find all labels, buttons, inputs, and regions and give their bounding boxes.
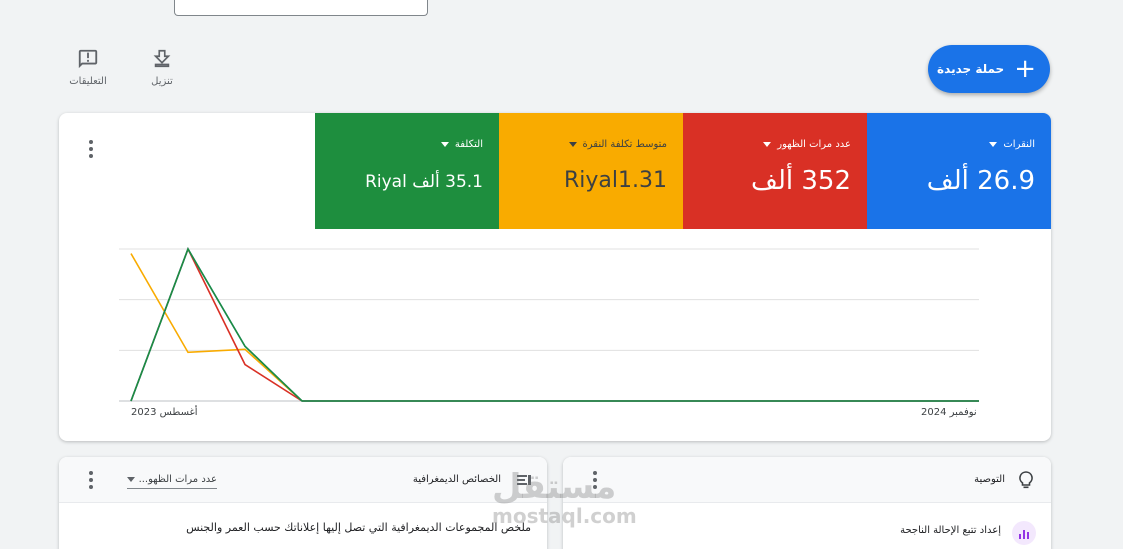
plus-icon: + [1014, 54, 1036, 84]
search-field[interactable] [174, 0, 428, 16]
metric-clicks[interactable]: النقرات 26.9 ألف [867, 113, 1051, 229]
feedback-button[interactable]: التعليقات [58, 48, 118, 87]
demographics-title: الخصائص الديمغرافية [412, 474, 501, 485]
recommendations-title: التوصية [974, 474, 1005, 485]
demographics-card: عدد مرات الظهو... الخصائص الديمغرافية مل… [59, 457, 547, 549]
performance-chart: أغسطس 2023 نوفمبر 2024 [59, 229, 1051, 441]
caret-down-icon[interactable] [440, 142, 449, 147]
new-campaign-label: حملة جديدة [937, 62, 1005, 76]
metric-clicks-label: النقرات [1003, 139, 1035, 150]
metric-cost-label: التكلفة [454, 139, 483, 150]
watermark: مستقل mostaql.com [492, 470, 637, 526]
caret-down-icon[interactable] [989, 142, 998, 147]
download-label: تنزيل [151, 76, 173, 87]
feedback-label: التعليقات [69, 76, 107, 87]
series-line-0 [130, 253, 979, 402]
performance-card: النقرات 26.9 ألف عدد مرات الظهور 352 ألف… [59, 113, 1051, 441]
line-chart [119, 246, 979, 402]
demographics-header: عدد مرات الظهو... الخصائص الديمغرافية [59, 457, 547, 503]
bar-chart-icon [1012, 521, 1036, 545]
metric-impressions-label: عدد مرات الظهور [777, 139, 851, 150]
metric-select[interactable]: عدد مرات الظهو... [127, 471, 217, 489]
metric-avg-cpc-value: Riyal1.31 [564, 168, 667, 193]
metric-cost-value: 35.1 ألف Riyal [365, 172, 483, 192]
recommendation-item[interactable]: إعداد تتبع الإحالة الناجحة [900, 525, 1001, 536]
metric-impressions[interactable]: عدد مرات الظهور 352 ألف [683, 113, 867, 229]
metric-impressions-value: 352 ألف [751, 166, 851, 196]
lightbulb-icon [1019, 471, 1033, 489]
demographics-description: ملخص المجموعات الديمغرافية التي تصل إليه… [186, 521, 531, 534]
more-options-icon[interactable] [81, 470, 101, 490]
watermark-arabic: مستقل [492, 467, 617, 507]
watermark-latin: mostaql.com [492, 504, 637, 528]
download-button[interactable]: تنزيل [132, 48, 192, 87]
x-axis-end-label: نوفمبر 2024 [921, 407, 977, 418]
caret-down-icon [127, 477, 135, 482]
series-line-1 [130, 246, 979, 402]
caret-down-icon[interactable] [763, 142, 772, 147]
series-line-2 [130, 247, 979, 402]
metric-clicks-value: 26.9 ألف [926, 166, 1035, 196]
download-icon [153, 49, 171, 68]
new-campaign-button[interactable]: حملة جديدة + [928, 45, 1050, 93]
x-axis-start-label: أغسطس 2023 [131, 407, 198, 418]
more-options-icon[interactable] [81, 139, 101, 159]
metric-cost[interactable]: التكلفة 35.1 ألف Riyal [315, 113, 499, 229]
metric-select-value: عدد مرات الظهو... [138, 474, 217, 485]
feedback-icon [78, 49, 98, 69]
series-line-3 [130, 247, 979, 402]
metric-avg-cpc[interactable]: متوسط تكلفة النقرة Riyal1.31 [499, 113, 683, 229]
caret-down-icon[interactable] [568, 142, 577, 147]
metric-avg-cpc-label: متوسط تكلفة النقرة [582, 139, 667, 150]
